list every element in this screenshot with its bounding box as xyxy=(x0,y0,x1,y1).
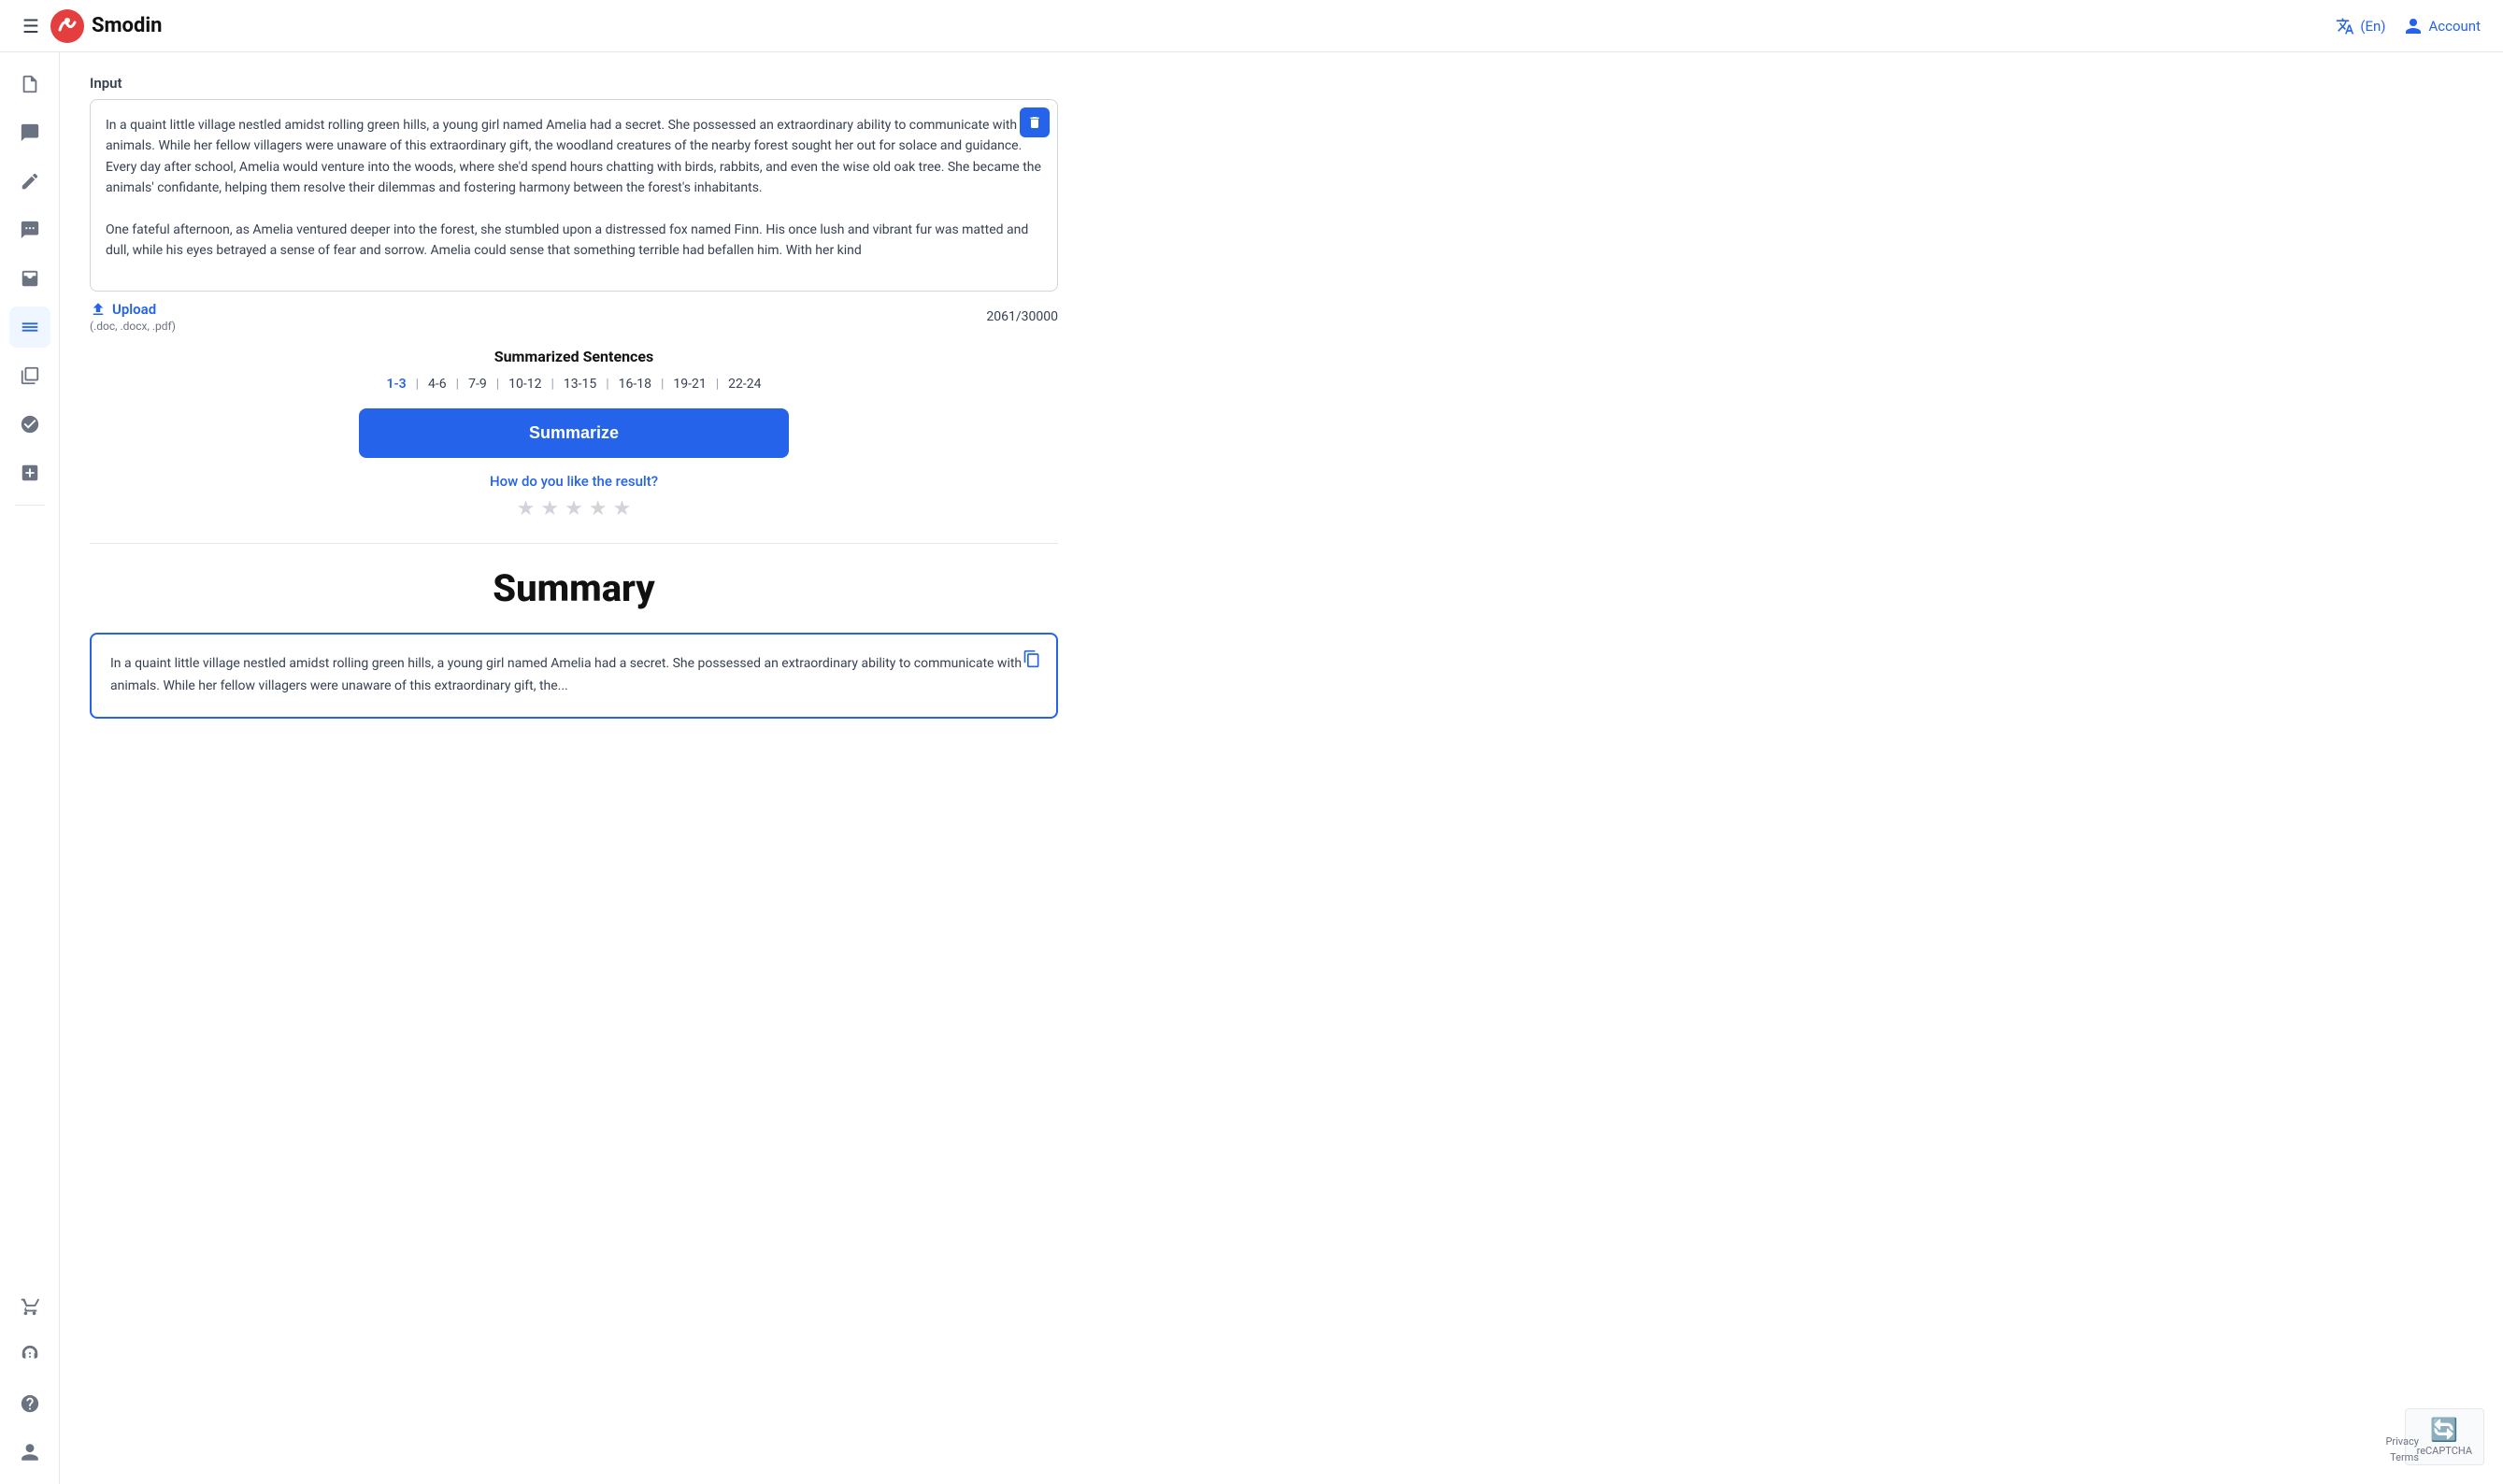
char-count: 2061/30000 xyxy=(986,309,1058,324)
sep3: | xyxy=(496,377,499,392)
sidebar-item-text[interactable] xyxy=(9,307,50,348)
logo-text: Smodin xyxy=(92,14,163,37)
recaptcha-icon: 🔄 xyxy=(2430,1417,2458,1443)
star-1[interactable]: ★ xyxy=(517,497,536,521)
translate-icon xyxy=(2336,17,2354,36)
sidebar-item-document[interactable] xyxy=(9,64,50,105)
upload-row: Upload (.doc, .docx, .pdf) 2061/30000 xyxy=(90,301,1058,333)
input-textarea[interactable]: In a quaint little village nestled amids… xyxy=(91,100,1057,287)
sidebar-item-addons[interactable] xyxy=(9,452,50,493)
translate-button[interactable]: (En) xyxy=(2336,17,2385,36)
account-button[interactable]: Account xyxy=(2404,17,2481,36)
sidebar-item-help[interactable] xyxy=(9,1383,50,1424)
sidebar-item-grade[interactable] xyxy=(9,404,50,445)
sep7: | xyxy=(716,377,719,392)
recaptcha-label: reCAPTCHA xyxy=(2417,1445,2472,1457)
sentence-tab-16-18[interactable]: 16-18 xyxy=(615,375,655,393)
privacy-terms: Privacy Terms xyxy=(2385,1434,2419,1465)
summarize-button[interactable]: Summarize xyxy=(359,408,789,458)
sentence-tab-22-24[interactable]: 22-24 xyxy=(724,375,765,393)
sidebar-item-message[interactable] xyxy=(9,209,50,250)
smodin-logo-icon xyxy=(50,9,84,43)
terms-link[interactable]: Terms xyxy=(2390,1451,2419,1463)
sentence-tab-19-21[interactable]: 19-21 xyxy=(669,375,709,393)
sidebar-item-edit[interactable] xyxy=(9,161,50,202)
sentence-tab-10-12[interactable]: 10-12 xyxy=(505,375,545,393)
sidebar-item-user[interactable] xyxy=(9,1432,50,1473)
star-5[interactable]: ★ xyxy=(613,497,632,521)
sentence-tabs: 1-3 | 4-6 | 7-9 | 10-12 | 13-15 | 16-18 … xyxy=(90,375,1058,393)
sidebar-item-flashcards[interactable] xyxy=(9,355,50,396)
upload-label: Upload xyxy=(112,301,156,318)
logo-container: Smodin xyxy=(50,9,163,43)
summarized-title: Summarized Sentences xyxy=(90,348,1058,365)
sentence-tab-7-9[interactable]: 7-9 xyxy=(465,375,491,393)
sidebar-item-inbox[interactable] xyxy=(9,258,50,299)
sidebar-bottom xyxy=(9,1286,50,1473)
sentence-tab-13-15[interactable]: 13-15 xyxy=(560,375,600,393)
sidebar-item-cart[interactable] xyxy=(9,1286,50,1327)
rating-question: How do you like the result? xyxy=(90,473,1058,490)
star-4[interactable]: ★ xyxy=(589,497,608,521)
sep2: | xyxy=(456,377,459,392)
sentence-tab-4-6[interactable]: 4-6 xyxy=(424,375,451,393)
star-2[interactable]: ★ xyxy=(540,497,559,521)
translate-label: (En) xyxy=(2360,18,2385,35)
stars-container: ★ ★ ★ ★ ★ xyxy=(90,497,1058,521)
privacy-link[interactable]: Privacy xyxy=(2385,1435,2419,1448)
summarized-section: Summarized Sentences 1-3 | 4-6 | 7-9 | 1… xyxy=(90,348,1058,393)
copy-button[interactable] xyxy=(1017,644,1047,674)
input-section: Input In a quaint little village nestled… xyxy=(90,75,1058,333)
star-3[interactable]: ★ xyxy=(565,497,583,521)
upload-container: Upload (.doc, .docx, .pdf) xyxy=(90,301,176,333)
summary-text: In a quaint little village nestled amids… xyxy=(110,653,1037,698)
sidebar-divider xyxy=(15,505,45,506)
sep4: | xyxy=(551,377,553,392)
summary-output: In a quaint little village nestled amids… xyxy=(90,633,1058,719)
header-right: (En) Account xyxy=(2336,17,2481,36)
summary-divider xyxy=(90,543,1058,544)
sep6: | xyxy=(661,377,664,392)
header-left: ☰ Smodin xyxy=(22,9,163,43)
sentence-tab-1-3[interactable]: 1-3 xyxy=(382,375,409,393)
text-area-container: In a quaint little village nestled amids… xyxy=(90,99,1058,292)
upload-formats: (.doc, .docx, .pdf) xyxy=(90,320,176,333)
delete-button[interactable] xyxy=(1020,107,1050,137)
sep5: | xyxy=(606,377,608,392)
sidebar-item-support[interactable] xyxy=(9,1334,50,1376)
header: ☰ Smodin (En) Account xyxy=(0,0,2503,52)
account-icon xyxy=(2404,17,2423,36)
upload-icon xyxy=(90,301,107,318)
sidebar xyxy=(0,52,60,1484)
sidebar-item-chat[interactable] xyxy=(9,112,50,153)
summary-heading: Summary xyxy=(90,566,1058,610)
account-label: Account xyxy=(2428,18,2481,35)
input-label: Input xyxy=(90,75,1058,92)
hamburger-icon[interactable]: ☰ xyxy=(22,15,39,37)
sep1: | xyxy=(416,377,419,392)
rating-section: How do you like the result? ★ ★ ★ ★ ★ xyxy=(90,473,1058,521)
upload-link[interactable]: Upload xyxy=(90,301,176,318)
main-content: Input In a quaint little village nestled… xyxy=(60,52,1088,741)
